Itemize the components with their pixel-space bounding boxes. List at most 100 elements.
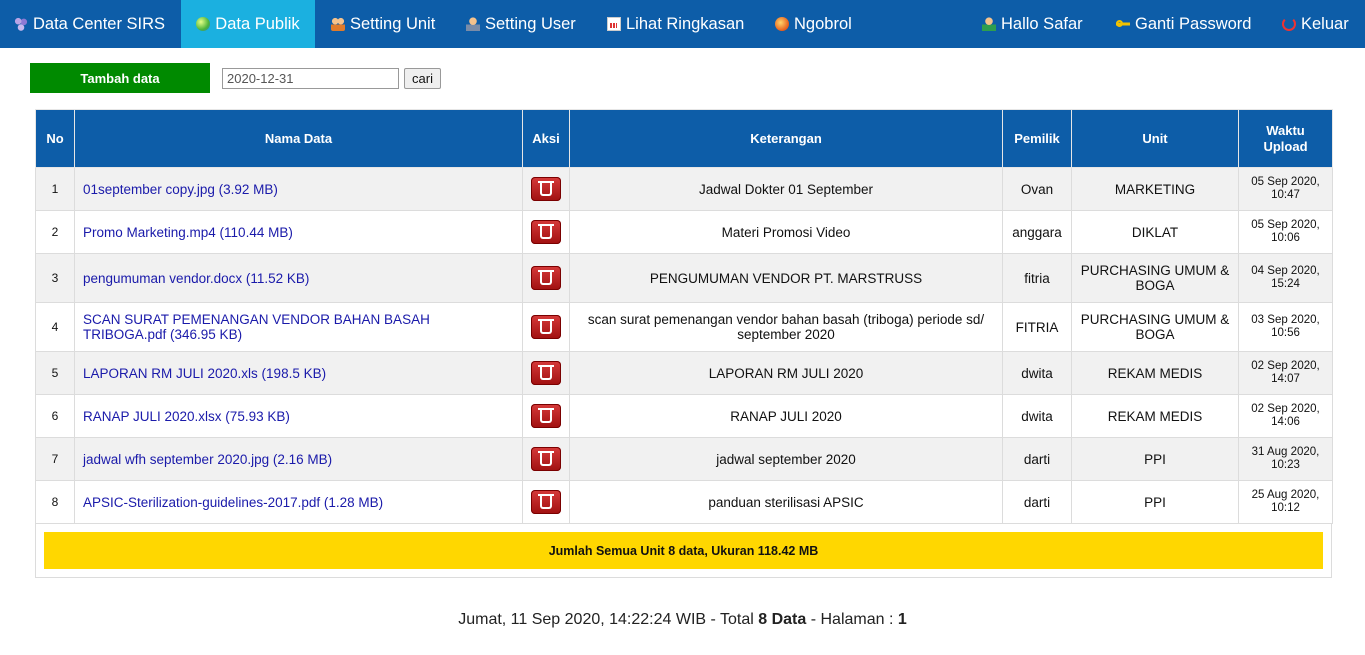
row-unit: PPI xyxy=(1071,480,1239,524)
nav-ganti-password[interactable]: Ganti Password xyxy=(1116,0,1251,48)
delete-icon[interactable] xyxy=(531,447,561,471)
row-owner: FITRIA xyxy=(1002,302,1072,352)
header-unit: Unit xyxy=(1071,109,1239,168)
row-unit: MARKETING xyxy=(1071,167,1239,211)
row-no: 8 xyxy=(35,480,75,524)
row-description: jadwal september 2020 xyxy=(569,437,1003,481)
row-no: 3 xyxy=(35,253,75,303)
nav-data-center-sirs[interactable]: Data Center SIRS xyxy=(14,0,165,48)
row-upload-time: 02 Sep 2020, 14:06 xyxy=(1238,394,1333,438)
row-no: 6 xyxy=(35,394,75,438)
row-owner: dwita xyxy=(1002,351,1072,395)
row-upload-time: 02 Sep 2020, 14:07 xyxy=(1238,351,1333,395)
row-owner: darti xyxy=(1002,437,1072,481)
delete-icon[interactable] xyxy=(531,361,561,385)
table-row: 7 jadwal wfh september 2020.jpg (2.16 MB… xyxy=(35,437,1333,481)
row-no: 4 xyxy=(35,302,75,352)
table-row: 5 LAPORAN RM JULI 2020.xls (198.5 KB) LA… xyxy=(35,351,1333,395)
globe-icon xyxy=(196,17,211,31)
file-link[interactable]: jadwal wfh september 2020.jpg (2.16 MB) xyxy=(83,452,332,467)
file-link[interactable]: APSIC-Sterilization-guidelines-2017.pdf … xyxy=(83,495,383,510)
row-owner: fitria xyxy=(1002,253,1072,303)
delete-icon[interactable] xyxy=(531,404,561,428)
row-description: PENGUMUMAN VENDOR PT. MARSTRUSS xyxy=(569,253,1003,303)
row-description: LAPORAN RM JULI 2020 xyxy=(569,351,1003,395)
file-link[interactable]: SCAN SURAT PEMENANGAN VENDOR BAHAN BASAH… xyxy=(83,312,430,342)
row-unit: DIKLAT xyxy=(1071,210,1239,254)
file-link[interactable]: 01september copy.jpg (3.92 MB) xyxy=(83,182,278,197)
table-row: 2 Promo Marketing.mp4 (110.44 MB) Materi… xyxy=(35,210,1333,254)
row-upload-time: 03 Sep 2020, 10:56 xyxy=(1238,302,1333,352)
row-upload-time: 31 Aug 2020, 10:23 xyxy=(1238,437,1333,481)
search-button[interactable]: cari xyxy=(404,68,441,89)
nav-label: Ganti Password xyxy=(1135,14,1252,33)
file-link[interactable]: LAPORAN RM JULI 2020.xls (198.5 KB) xyxy=(83,366,326,381)
table-header-row: No Nama Data Aksi Keterangan Pemilik Uni… xyxy=(35,109,1333,168)
nav-lihat-ringkasan[interactable]: Lihat Ringkasan xyxy=(607,0,744,48)
add-data-button[interactable]: Tambah data xyxy=(30,63,210,93)
data-table: No Nama Data Aksi Keterangan Pemilik Uni… xyxy=(35,109,1333,524)
nav-label: Setting Unit xyxy=(350,14,436,33)
row-no: 7 xyxy=(35,437,75,481)
row-description: RANAP JULI 2020 xyxy=(569,394,1003,438)
footer-page-number: 1 xyxy=(897,611,907,628)
row-description: Materi Promosi Video xyxy=(569,210,1003,254)
row-upload-time: 25 Aug 2020, 10:12 xyxy=(1238,480,1333,524)
row-no: 1 xyxy=(35,167,75,211)
nav-label: Keluar xyxy=(1301,14,1349,33)
top-nav: Data Center SIRS Data Publik Setting Uni… xyxy=(0,0,1365,48)
nav-label: Data Publik xyxy=(215,14,300,33)
nav-hallo-user[interactable]: Hallo Safar xyxy=(982,0,1083,48)
users-icon xyxy=(331,17,345,31)
header-no: No xyxy=(35,109,75,168)
date-input[interactable] xyxy=(222,68,399,89)
footer-status: Jumat, 11 Sep 2020, 14:22:24 WIB - Total… xyxy=(0,611,1365,629)
row-owner: anggara xyxy=(1002,210,1072,254)
summary-bar: Jumlah Semua Unit 8 data, Ukuran 118.42 … xyxy=(44,532,1323,569)
row-upload-time: 05 Sep 2020, 10:47 xyxy=(1238,167,1333,211)
table-row: 4 SCAN SURAT PEMENANGAN VENDOR BAHAN BAS… xyxy=(35,302,1333,352)
file-link[interactable]: pengumuman vendor.docx (11.52 KB) xyxy=(83,271,309,286)
nav-setting-user[interactable]: Setting User xyxy=(466,0,576,48)
footer-total: 8 Data xyxy=(758,611,807,628)
header-name: Nama Data xyxy=(74,109,523,168)
nav-ngobrol[interactable]: Ngobrol xyxy=(775,0,852,48)
logout-icon xyxy=(1282,17,1296,31)
row-owner: dwita xyxy=(1002,394,1072,438)
report-icon xyxy=(607,17,621,31)
row-owner: Ovan xyxy=(1002,167,1072,211)
row-unit: REKAM MEDIS xyxy=(1071,351,1239,395)
table-row: 8 APSIC-Sterilization-guidelines-2017.pd… xyxy=(35,480,1333,524)
key-icon xyxy=(1116,17,1130,31)
header-owner: Pemilik xyxy=(1002,109,1072,168)
footer-page-label: - Halaman : xyxy=(806,611,898,628)
row-unit: PPI xyxy=(1071,437,1239,481)
row-no: 2 xyxy=(35,210,75,254)
nav-label: Lihat Ringkasan xyxy=(626,14,745,33)
delete-icon[interactable] xyxy=(531,490,561,514)
file-link[interactable]: RANAP JULI 2020.xlsx (75.93 KB) xyxy=(83,409,290,424)
delete-icon[interactable] xyxy=(531,177,561,201)
row-description: scan surat pemenangan vendor bahan basah… xyxy=(569,302,1003,352)
nav-data-publik[interactable]: Data Publik xyxy=(181,0,315,48)
file-link[interactable]: Promo Marketing.mp4 (110.44 MB) xyxy=(83,225,293,240)
nav-label: Setting User xyxy=(485,14,576,33)
nav-label: Data Center SIRS xyxy=(33,14,166,33)
table-row: 3 pengumuman vendor.docx (11.52 KB) PENG… xyxy=(35,253,1333,303)
table-row: 1 01september copy.jpg (3.92 MB) Jadwal … xyxy=(35,167,1333,211)
table-row: 6 RANAP JULI 2020.xlsx (75.93 KB) RANAP … xyxy=(35,394,1333,438)
delete-icon[interactable] xyxy=(531,220,561,244)
delete-icon[interactable] xyxy=(531,315,561,339)
row-description: Jadwal Dokter 01 September xyxy=(569,167,1003,211)
row-no: 5 xyxy=(35,351,75,395)
nav-setting-unit[interactable]: Setting Unit xyxy=(331,0,435,48)
row-owner: darti xyxy=(1002,480,1072,524)
delete-icon[interactable] xyxy=(531,266,561,290)
row-unit: PURCHASING UMUM & BOGA xyxy=(1071,253,1239,303)
nav-keluar[interactable]: Keluar xyxy=(1282,0,1349,48)
header-upload-time: Waktu Upload xyxy=(1238,109,1333,168)
row-unit: REKAM MEDIS xyxy=(1071,394,1239,438)
nav-label: Hallo Safar xyxy=(1001,14,1083,33)
flower-icon xyxy=(14,17,28,31)
row-upload-time: 05 Sep 2020, 10:06 xyxy=(1238,210,1333,254)
